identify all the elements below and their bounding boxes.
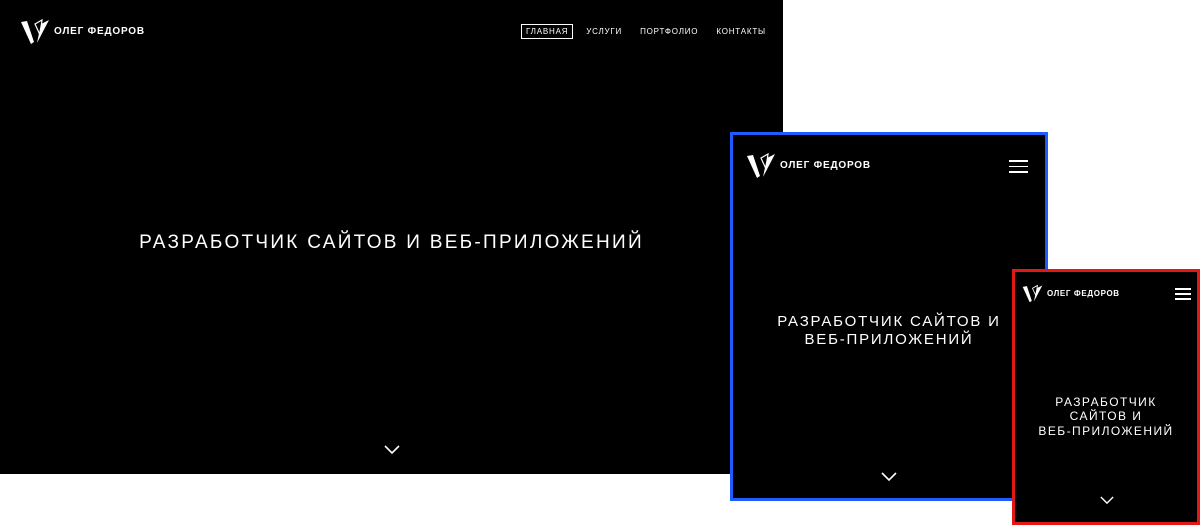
mobile-preview: ОЛЕГ ФЕДОРОВ РАЗРАБОТЧИК САЙТОВ И ВЕБ-ПР… [1012,269,1200,525]
logo-mark-icon [746,152,776,179]
logo-mark-icon [20,18,50,45]
tablet-preview: ОЛЕГ ФЕДОРОВ РАЗРАБОТЧИК САЙТОВ И ВЕБ-ПР… [730,132,1048,501]
nav-item-services[interactable]: УСЛУГИ [581,24,627,39]
nav-item-home[interactable]: ГЛАВНАЯ [521,24,574,39]
main-nav: ГЛАВНАЯ УСЛУГИ ПОРТФОЛИО КОНТАКТЫ [521,24,771,39]
logo-mark-icon [1022,284,1043,303]
nav-item-portfolio[interactable]: ПОРТФОЛИО [635,24,703,39]
desktop-preview: ОЛЕГ ФЕДОРОВ ГЛАВНАЯ УСЛУГИ ПОРТФОЛИО КО… [0,0,783,474]
logo-text: ОЛЕГ ФЕДОРОВ [1047,289,1120,298]
logo-text: ОЛЕГ ФЕДОРОВ [780,160,871,171]
hero-title: РАЗРАБОТЧИК САЙТОВ И ВЕБ-ПРИЛОЖЕНИЙ [139,232,644,253]
chevron-down-icon[interactable] [1100,496,1114,505]
hamburger-menu-icon[interactable] [1009,160,1028,177]
logo[interactable]: ОЛЕГ ФЕДОРОВ [1022,284,1120,303]
nav-item-contacts[interactable]: КОНТАКТЫ [711,24,771,39]
logo-text: ОЛЕГ ФЕДОРОВ [54,26,145,37]
hamburger-menu-icon[interactable] [1175,288,1191,303]
chevron-down-icon[interactable] [881,472,897,482]
hero-title: РАЗРАБОТЧИК САЙТОВ И ВЕБ-ПРИЛОЖЕНИЙ [777,313,1001,348]
hero-title: РАЗРАБОТЧИК САЙТОВ И ВЕБ-ПРИЛОЖЕНИЙ [1038,395,1174,438]
logo[interactable]: ОЛЕГ ФЕДОРОВ [20,18,145,45]
logo[interactable]: ОЛЕГ ФЕДОРОВ [746,152,871,179]
chevron-down-icon[interactable] [384,445,400,455]
